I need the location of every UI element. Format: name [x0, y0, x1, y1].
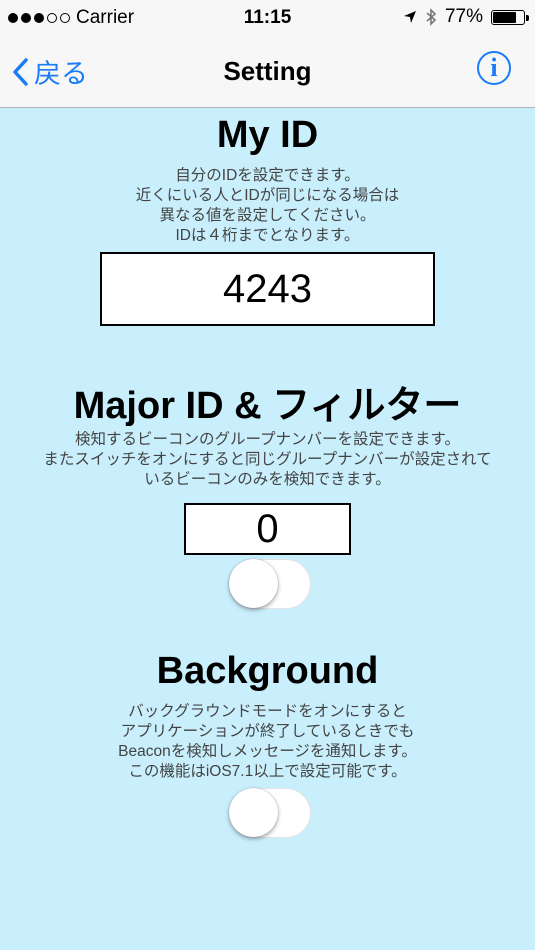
my-id-field[interactable]: 4243 — [100, 252, 435, 326]
location-arrow-icon — [403, 11, 416, 23]
filter-toggle[interactable] — [229, 559, 311, 609]
background-title: Background — [156, 650, 379, 692]
my-id-desc-line: 近くにいる人とIDが同じになる場合は — [135, 187, 400, 204]
background-toggle[interactable] — [229, 788, 311, 838]
my-id-desc-line: 異なる値を設定してください。 — [159, 207, 376, 224]
major-desc-line: 検知するビーコンのグループナンバーを設定できます。 — [74, 431, 461, 448]
major-desc-line: いるビーコンのみを検知できます。 — [144, 471, 391, 488]
status-bar: Carrier 11:15 77% — [0, 0, 535, 38]
info-button[interactable]: i — [477, 51, 511, 85]
major-desc-line: またスイッチをオンにすると同じグループナンバーが設定されて — [43, 451, 492, 468]
info-icon: i — [490, 53, 498, 82]
battery-icon — [491, 9, 529, 25]
major-id-description: 検知するビーコンのグループナンバーを設定できます。 またスイッチをオンにすると同… — [0, 430, 535, 490]
my-id-description: 自分のIDを設定できます。 近くにいる人とIDが同じになる場合は 異なる値を設定… — [0, 166, 535, 246]
background-desc-line: この機能はiOS7.1以上で設定可能です。 — [128, 763, 407, 780]
my-id-desc-line: IDは４桁までとなります。 — [175, 227, 360, 244]
bluetooth-icon — [426, 8, 437, 26]
navigation-bar: 戻る Setting i — [0, 38, 535, 108]
page-title: Setting — [223, 56, 312, 86]
toggle-knob — [229, 788, 278, 837]
background-desc-line: Beaconを検知しメッセージを通知します。 — [118, 743, 417, 760]
status-right: 77% — [403, 6, 529, 28]
battery-percent: 77% — [444, 6, 483, 27]
major-id-field[interactable]: 0 — [184, 503, 351, 555]
background-desc-line: バックグラウンドモードをオンにすると — [128, 703, 407, 720]
background-description: バックグラウンドモードをオンにすると アプリケーションが終了しているときでも B… — [0, 702, 535, 782]
toggle-knob — [229, 559, 278, 608]
major-id-title: Major ID & フィルター — [73, 385, 462, 427]
background-desc-line: アプリケーションが終了しているときでも — [120, 723, 415, 740]
my-id-desc-line: 自分のIDを設定できます。 — [175, 167, 360, 184]
my-id-title: My ID — [216, 114, 319, 156]
